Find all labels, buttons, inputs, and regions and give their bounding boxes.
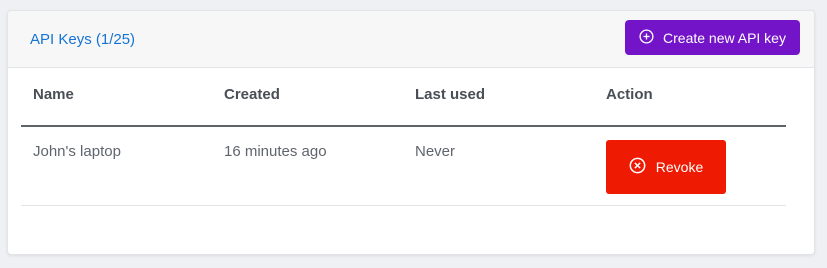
- revoke-button[interactable]: Revoke: [606, 140, 726, 194]
- cell-action: Revoke: [594, 126, 786, 206]
- column-header-name: Name: [21, 86, 212, 127]
- cell-created: 16 minutes ago: [212, 126, 403, 206]
- page-title: API Keys (1/25): [30, 31, 136, 48]
- cell-name: John's laptop: [21, 126, 212, 206]
- create-api-key-button[interactable]: Create new API key: [625, 20, 800, 55]
- create-api-key-label: Create new API key: [663, 29, 786, 46]
- table-row: John's laptop 16 minutes ago Never Revok…: [21, 126, 786, 206]
- cell-last-used: Never: [403, 126, 594, 206]
- column-header-action: Action: [594, 86, 786, 127]
- x-circle-icon: [629, 157, 646, 177]
- revoke-label: Revoke: [655, 159, 704, 175]
- api-keys-table: Name Created Last used Action John's lap…: [21, 86, 786, 206]
- table-header-row: Name Created Last used Action: [21, 86, 786, 127]
- plus-circle-icon: [639, 28, 654, 47]
- column-header-created: Created: [212, 86, 403, 127]
- card-header: API Keys (1/25) Create new API key: [8, 11, 814, 68]
- column-header-last-used: Last used: [403, 86, 594, 127]
